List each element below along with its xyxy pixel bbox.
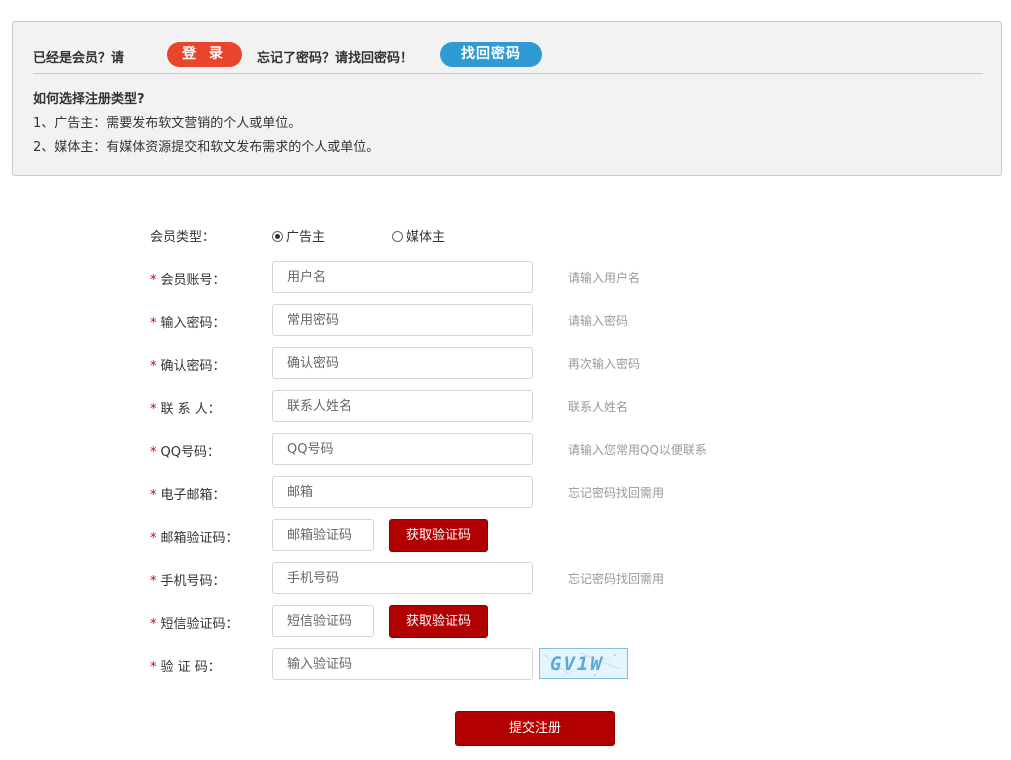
confirm-password-row: *确认密码： 再次输入密码	[150, 347, 850, 379]
get-sms-code-button[interactable]: 获取验证码	[389, 605, 488, 638]
required-mark: *	[150, 574, 157, 589]
info-panel: 已经是会员？请 登 录 忘记了密码？请找回密码！ 找回密码 如何选择注册类型? …	[12, 21, 1002, 176]
sms-code-row: *短信验证码： 获取验证码	[150, 605, 850, 638]
qq-hint: 请输入您常用QQ以便联系	[568, 443, 707, 457]
radio-advertiser[interactable]: 广告主	[272, 226, 325, 245]
email-input[interactable]	[272, 476, 533, 508]
sms-code-input[interactable]	[272, 605, 374, 637]
radio-media-label: 媒体主	[406, 230, 446, 245]
account-input[interactable]	[272, 261, 533, 293]
sms-code-label: * 短信验证码：	[150, 617, 239, 632]
email-label: * 电子邮箱：	[150, 488, 226, 503]
captcha-input[interactable]	[272, 648, 533, 680]
phone-input[interactable]	[272, 562, 533, 594]
required-mark: *	[150, 402, 157, 417]
password-row: *输入密码： 请输入密码	[150, 304, 850, 336]
password-input[interactable]	[272, 304, 533, 336]
required-mark: *	[150, 273, 157, 288]
qq-row: *QQ号码： 请输入您常用QQ以便联系	[150, 433, 850, 465]
required-mark: *	[150, 316, 157, 331]
account-hint: 请输入用户名	[568, 271, 641, 285]
required-mark: *	[150, 488, 157, 503]
captcha-row: *验 证 码： GV1W	[150, 648, 850, 680]
password-hint: 请输入密码	[568, 314, 629, 328]
submit-register-button[interactable]: 提交注册	[455, 711, 615, 746]
contact-label: * 联 系 人：	[150, 402, 221, 417]
phone-label: * 手机号码：	[150, 574, 226, 589]
radio-media[interactable]: 媒体主	[392, 226, 445, 245]
account-row: *会员账号： 请输入用户名	[150, 261, 850, 293]
confirm-password-label: * 确认密码：	[150, 359, 226, 374]
help-item-media: 2、媒体主：有媒体资源提交和软文发布需求的个人或单位。	[33, 140, 380, 155]
radio-advertiser-label: 广告主	[286, 230, 326, 245]
captcha-text: GV1W	[550, 653, 604, 675]
registration-type-help: 如何选择注册类型? 1、广告主：需要发布软文营销的个人或单位。 2、媒体主：有媒…	[33, 88, 379, 160]
recover-password-button[interactable]: 找回密码	[440, 42, 542, 67]
email-code-row: *邮箱验证码： 获取验证码	[150, 519, 850, 552]
confirm-password-input[interactable]	[272, 347, 533, 379]
required-mark: *	[150, 445, 157, 460]
radio-checked-icon[interactable]	[272, 231, 283, 242]
email-hint: 忘记密码找回需用	[568, 486, 665, 500]
contact-row: * 联 系 人： 联系人姓名	[150, 390, 850, 422]
member-type-label: 会员类型：	[150, 230, 216, 245]
member-type-row: 会员类型： 广告主 媒体主	[150, 218, 650, 250]
email-row: *电子邮箱： 忘记密码找回需用	[150, 476, 850, 508]
email-code-input[interactable]	[272, 519, 374, 551]
account-label: * 会员账号：	[150, 273, 226, 288]
required-mark: *	[150, 359, 157, 374]
contact-input[interactable]	[272, 390, 533, 422]
divider	[33, 73, 983, 74]
qq-input[interactable]	[272, 433, 533, 465]
required-mark: *	[150, 660, 157, 675]
required-mark: *	[150, 617, 157, 632]
get-email-code-button[interactable]: 获取验证码	[389, 519, 488, 552]
password-label: * 输入密码：	[150, 316, 226, 331]
help-item-advertiser: 1、广告主：需要发布软文营销的个人或单位。	[33, 116, 302, 131]
confirm-password-hint: 再次输入密码	[568, 357, 641, 371]
already-member-text: 已经是会员？请	[33, 51, 125, 66]
login-button[interactable]: 登 录	[167, 42, 242, 67]
forgot-password-text: 忘记了密码？请找回密码！	[257, 51, 414, 66]
help-question: 如何选择注册类型?	[33, 92, 145, 107]
radio-unchecked-icon[interactable]	[392, 231, 403, 242]
email-code-label: * 邮箱验证码：	[150, 531, 239, 546]
contact-hint: 联系人姓名	[568, 400, 629, 414]
captcha-label: * 验 证 码：	[150, 660, 221, 675]
qq-label: * QQ号码：	[150, 445, 220, 460]
phone-row: *手机号码： 忘记密码找回需用	[150, 562, 850, 594]
required-mark: *	[150, 531, 157, 546]
captcha-image[interactable]: GV1W	[539, 648, 628, 679]
login-prompt: 已经是会员？请 登 录 忘记了密码？请找回密码！ 找回密码	[33, 42, 983, 68]
phone-hint: 忘记密码找回需用	[568, 572, 665, 586]
